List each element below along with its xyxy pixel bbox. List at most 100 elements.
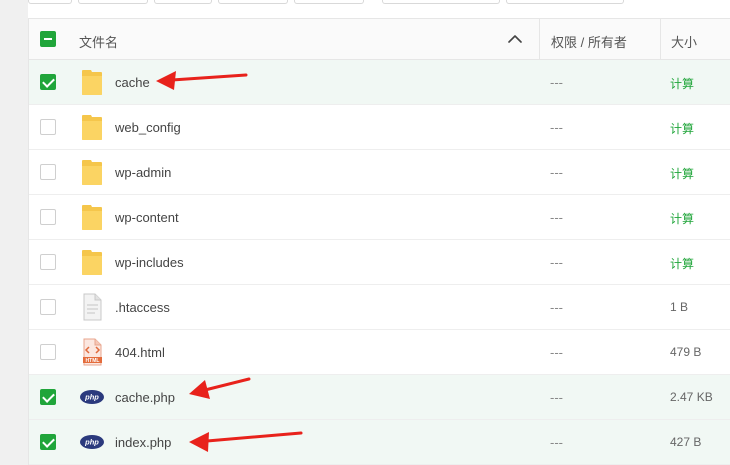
select-all-checkbox[interactable] bbox=[40, 31, 56, 47]
name-cell: .htaccess bbox=[79, 285, 529, 329]
permission-value[interactable]: --- bbox=[550, 390, 563, 405]
table-row[interactable]: php cache.php --- 2.47 KB bbox=[29, 375, 730, 420]
chevron-up-icon[interactable] bbox=[507, 31, 523, 47]
file-name-link[interactable]: wp-admin bbox=[115, 165, 171, 180]
folder-icon[interactable] bbox=[79, 113, 105, 141]
php-icon-text: php bbox=[84, 393, 99, 402]
name-cell: wp-admin bbox=[79, 150, 529, 194]
permission-value[interactable]: --- bbox=[550, 165, 563, 180]
table-row[interactable]: wp-content --- 计算 bbox=[29, 195, 730, 240]
calculate-size-link[interactable]: 计算 bbox=[670, 210, 694, 227]
row-checkbox[interactable] bbox=[40, 164, 56, 180]
table-row[interactable]: cache --- 计算 bbox=[29, 60, 730, 105]
toolbar-button[interactable] bbox=[382, 0, 500, 4]
toolbar-button[interactable] bbox=[294, 0, 364, 4]
table-row[interactable]: web_config --- 计算 bbox=[29, 105, 730, 150]
permission-cell: --- bbox=[539, 330, 649, 374]
permission-value[interactable]: --- bbox=[550, 255, 563, 270]
left-gutter bbox=[0, 0, 28, 465]
name-cell: web_config bbox=[79, 105, 529, 149]
permission-cell: --- bbox=[539, 105, 649, 149]
permission-cell: --- bbox=[539, 150, 649, 194]
name-cell: wp-content bbox=[79, 195, 529, 239]
php-file-icon[interactable]: php bbox=[79, 383, 105, 411]
size-cell: 计算 bbox=[660, 195, 730, 239]
file-name-link[interactable]: wp-content bbox=[115, 210, 179, 225]
row-checkbox[interactable] bbox=[40, 74, 56, 90]
php-file-icon[interactable]: php bbox=[79, 428, 105, 456]
table-row[interactable]: wp-includes --- 计算 bbox=[29, 240, 730, 285]
permission-value[interactable]: --- bbox=[550, 345, 563, 360]
table-row[interactable]: wp-admin --- 计算 bbox=[29, 150, 730, 195]
size-cell: 427 B bbox=[660, 420, 730, 464]
file-name-link[interactable]: cache.php bbox=[115, 390, 175, 405]
calculate-size-link[interactable]: 计算 bbox=[670, 165, 694, 182]
size-value: 427 B bbox=[670, 435, 702, 449]
row-checkbox[interactable] bbox=[40, 119, 56, 135]
toolbar-button[interactable] bbox=[154, 0, 212, 4]
folder-icon[interactable] bbox=[79, 68, 105, 96]
row-checkbox[interactable] bbox=[40, 344, 56, 360]
permission-cell: --- bbox=[539, 195, 649, 239]
permission-cell: --- bbox=[539, 60, 649, 104]
text-file-icon[interactable] bbox=[79, 293, 105, 321]
name-cell: php index.php bbox=[79, 420, 529, 464]
row-checkbox[interactable] bbox=[40, 434, 56, 450]
html-icon-text: HTML bbox=[86, 358, 100, 364]
permission-value[interactable]: --- bbox=[550, 210, 563, 225]
size-cell: 计算 bbox=[660, 240, 730, 284]
permission-value[interactable]: --- bbox=[550, 300, 563, 315]
toolbar-button[interactable] bbox=[28, 0, 72, 4]
column-permission[interactable]: 权限 / 所有者 bbox=[539, 19, 649, 59]
calculate-size-link[interactable]: 计算 bbox=[670, 75, 694, 92]
name-cell: wp-includes bbox=[79, 240, 529, 284]
table-row[interactable]: HTML 404.html --- 479 B bbox=[29, 330, 730, 375]
toolbar-button[interactable] bbox=[78, 0, 148, 4]
file-name-link[interactable]: web_config bbox=[115, 120, 181, 135]
table-header: 文件名 权限 / 所有者 大小 bbox=[29, 19, 730, 60]
table-row[interactable]: php index.php --- 427 B bbox=[29, 420, 730, 465]
permission-cell: --- bbox=[539, 375, 649, 419]
name-cell: php cache.php bbox=[79, 375, 529, 419]
size-cell: 2.47 KB bbox=[660, 375, 730, 419]
column-size[interactable]: 大小 bbox=[660, 19, 730, 59]
permission-value[interactable]: --- bbox=[550, 120, 563, 135]
row-checkbox[interactable] bbox=[40, 299, 56, 315]
permission-cell: --- bbox=[539, 240, 649, 284]
size-value: 479 B bbox=[670, 345, 702, 359]
folder-icon[interactable] bbox=[79, 158, 105, 186]
file-name-link[interactable]: cache bbox=[115, 75, 150, 90]
permission-cell: --- bbox=[539, 420, 649, 464]
file-table: 文件名 权限 / 所有者 大小 cache --- 计算 web_config --- 计… bbox=[28, 18, 730, 465]
row-checkbox[interactable] bbox=[40, 209, 56, 225]
file-name-link[interactable]: .htaccess bbox=[115, 300, 170, 315]
column-name[interactable]: 文件名 bbox=[79, 19, 529, 59]
size-cell: 计算 bbox=[660, 60, 730, 104]
html-file-icon[interactable]: HTML bbox=[79, 338, 105, 366]
column-permission-label: 权限 / 所有者 bbox=[551, 35, 627, 50]
table-row[interactable]: .htaccess --- 1 B bbox=[29, 285, 730, 330]
size-cell: 1 B bbox=[660, 285, 730, 329]
size-value: 1 B bbox=[670, 300, 689, 314]
name-cell: HTML 404.html bbox=[79, 330, 529, 374]
column-name-label: 文件名 bbox=[79, 35, 119, 50]
calculate-size-link[interactable]: 计算 bbox=[670, 255, 694, 272]
calculate-size-link[interactable]: 计算 bbox=[670, 120, 694, 137]
column-size-label: 大小 bbox=[671, 35, 698, 50]
file-name-link[interactable]: index.php bbox=[115, 435, 171, 450]
row-checkbox[interactable] bbox=[40, 254, 56, 270]
file-name-link[interactable]: wp-includes bbox=[115, 255, 184, 270]
size-cell: 计算 bbox=[660, 150, 730, 194]
row-checkbox[interactable] bbox=[40, 389, 56, 405]
permission-cell: --- bbox=[539, 285, 649, 329]
toolbar-button[interactable] bbox=[218, 0, 288, 4]
permission-value[interactable]: --- bbox=[550, 435, 563, 450]
name-cell: cache bbox=[79, 60, 529, 104]
size-value: 2.47 KB bbox=[670, 390, 713, 404]
folder-icon[interactable] bbox=[79, 203, 105, 231]
file-name-link[interactable]: 404.html bbox=[115, 345, 165, 360]
folder-icon[interactable] bbox=[79, 248, 105, 276]
php-icon-text: php bbox=[84, 438, 99, 447]
permission-value[interactable]: --- bbox=[550, 75, 563, 90]
toolbar-button[interactable] bbox=[506, 0, 624, 4]
